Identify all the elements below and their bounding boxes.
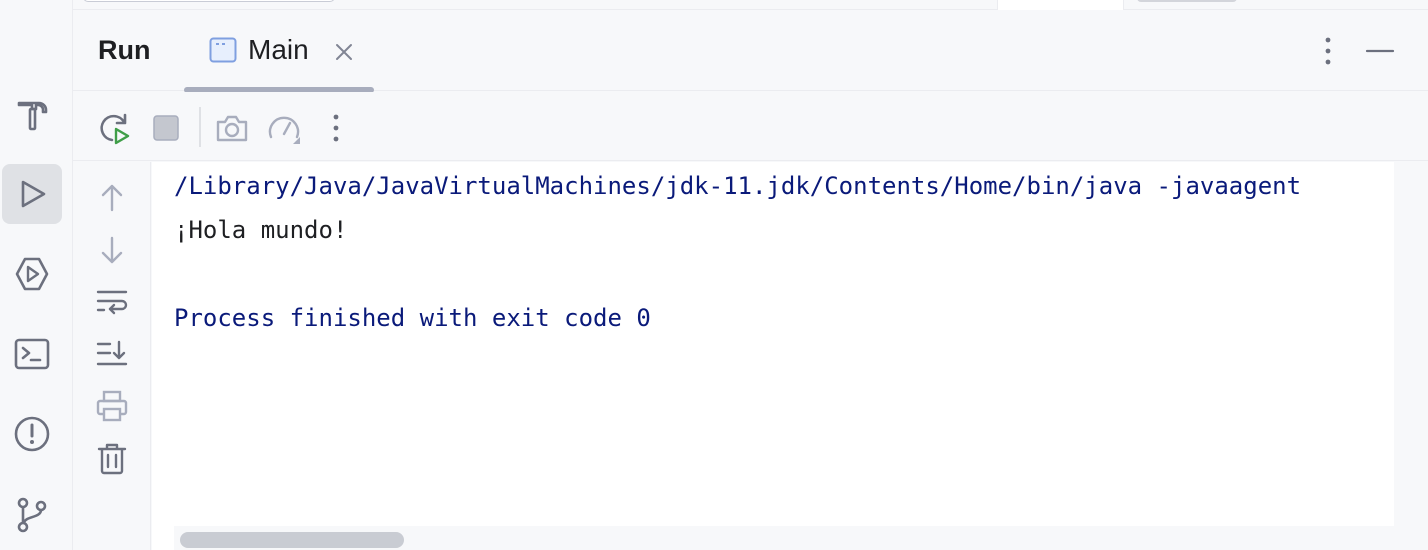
stripe-terminal-button[interactable]: [2, 324, 62, 384]
run-tool-window-header: Run Main: [73, 11, 1428, 93]
profiler-gauge-icon: [268, 116, 300, 144]
rerun-button[interactable]: [97, 110, 133, 146]
console-output[interactable]: /Library/Java/JavaVirtualMachines/jdk-11…: [152, 162, 1394, 550]
console-right-margin: [1394, 162, 1428, 550]
camera-icon: [216, 115, 248, 142]
console-line-exit: Process finished with exit code 0: [174, 304, 651, 332]
horizontal-scrollbar[interactable]: [174, 526, 1394, 550]
console-line-output: ¡Hola mundo!: [174, 216, 348, 244]
tab-main[interactable]: Main: [184, 11, 374, 93]
left-tool-stripe: [0, 0, 73, 550]
stop-icon: [153, 115, 179, 141]
stripe-problems-button[interactable]: [2, 404, 62, 464]
services-icon: [15, 257, 49, 291]
stop-button[interactable]: [148, 110, 184, 146]
close-icon[interactable]: [332, 40, 356, 64]
console-line-command: /Library/Java/JavaVirtualMachines/jdk-11…: [174, 172, 1302, 200]
run-icon: [21, 180, 46, 208]
terminal-icon: [14, 338, 50, 370]
next-occurrence-button[interactable]: [94, 232, 130, 268]
more-actions-button[interactable]: [318, 110, 354, 146]
print-button[interactable]: [94, 388, 130, 424]
build-hammer-icon: [17, 101, 48, 131]
previous-occurrence-button[interactable]: [94, 180, 130, 216]
toolbar-separator: [199, 107, 201, 147]
soft-wrap-button[interactable]: [94, 284, 130, 320]
arrow-down-icon: [101, 236, 123, 264]
arrow-up-icon: [101, 184, 123, 212]
problems-icon: [14, 416, 50, 452]
console-actions-gutter: [73, 162, 151, 550]
soft-wrap-icon: [96, 290, 128, 315]
stripe-services-button[interactable]: [2, 244, 62, 304]
scroll-to-end-button[interactable]: [94, 336, 130, 372]
stripe-git-button[interactable]: [2, 484, 62, 544]
top-strip-segment: [997, 0, 1124, 10]
stripe-run-button[interactable]: [2, 164, 62, 224]
git-branch-icon: [17, 497, 47, 533]
stripe-build-button[interactable]: [2, 84, 62, 144]
rerun-icon: [100, 113, 130, 145]
application-icon: [209, 37, 237, 63]
top-strip-segment: [83, 0, 335, 2]
scrollbar-thumb[interactable]: [180, 532, 404, 548]
run-toolbar: [73, 92, 1428, 161]
tab-label: Main: [248, 34, 309, 65]
more-options-icon[interactable]: [1316, 35, 1340, 67]
scroll-to-end-icon: [96, 340, 128, 366]
trash-icon: [97, 443, 127, 475]
minimize-icon[interactable]: [1365, 35, 1395, 67]
top-editor-strip: [73, 0, 1428, 10]
dump-threads-button[interactable]: [214, 110, 250, 146]
clear-all-button[interactable]: [94, 440, 130, 476]
print-icon: [96, 390, 128, 422]
profiler-button[interactable]: [266, 110, 302, 146]
panel-title: Run: [98, 35, 151, 65]
more-vertical-icon: [333, 114, 339, 142]
top-strip-scrollbar[interactable]: [1137, 0, 1237, 2]
